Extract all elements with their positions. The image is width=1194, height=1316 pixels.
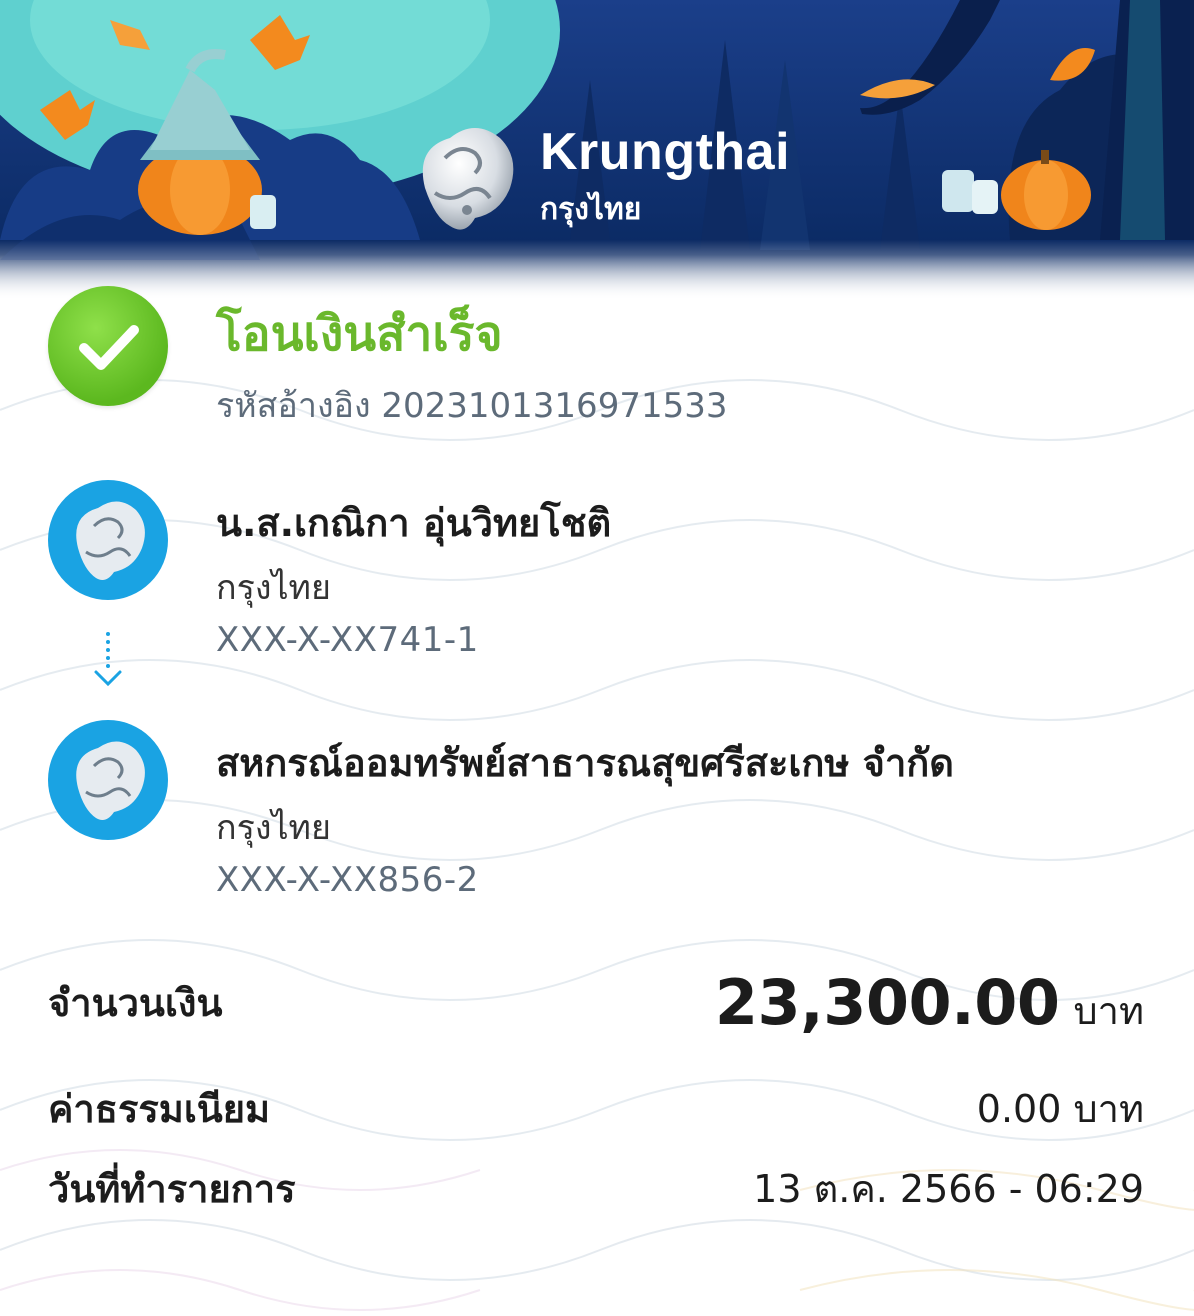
sender-name: น.ส.เกณิกา อุ่นวิทยโชติ	[216, 501, 612, 545]
amount-label: จำนวนเงิน	[48, 981, 223, 1025]
receiver-bank: กรุงไทย	[216, 808, 331, 848]
date-label: วันที่ทำรายการ	[48, 1167, 296, 1211]
brand-name-en: Krungthai	[540, 123, 791, 181]
brand-name-th: กรุงไทย	[540, 192, 642, 227]
amount-unit: บาท	[1073, 989, 1144, 1033]
arrow-down-dotted-icon	[94, 632, 122, 687]
sender-account-number: XXX-X-XX741-1	[216, 620, 479, 660]
receiver-name: สหกรณ์ออมทรัพย์สาธารณสุขศรีสะเกษ จำกัด	[216, 741, 954, 785]
amount-value: 23,300.00	[714, 966, 1060, 1039]
sender-bank: กรุงไทย	[216, 568, 331, 608]
check-circle-icon	[48, 286, 168, 406]
reference-number: รหัสอ้างอิง 2023101316971533	[216, 378, 727, 432]
reference-label: รหัสอ้างอิง	[216, 386, 371, 426]
date-value: 13 ต.ค. 2566 - 06:29	[753, 1167, 1144, 1211]
sender-bank-logo-icon	[48, 480, 168, 600]
krungthai-logo-icon	[422, 128, 514, 230]
fee-label: ค่าธรรมเนียม	[48, 1087, 271, 1131]
receiver-account-number: XXX-X-XX856-2	[216, 860, 479, 900]
amount-value-group: 23,300.00 บาท	[715, 966, 1144, 1041]
receiver-bank-logo-icon	[48, 720, 168, 840]
fee-value: 0.00 บาท	[976, 1087, 1144, 1131]
reference-value: 2023101316971533	[381, 386, 728, 426]
status-title: โอนเงินสำเร็จ	[216, 306, 503, 362]
